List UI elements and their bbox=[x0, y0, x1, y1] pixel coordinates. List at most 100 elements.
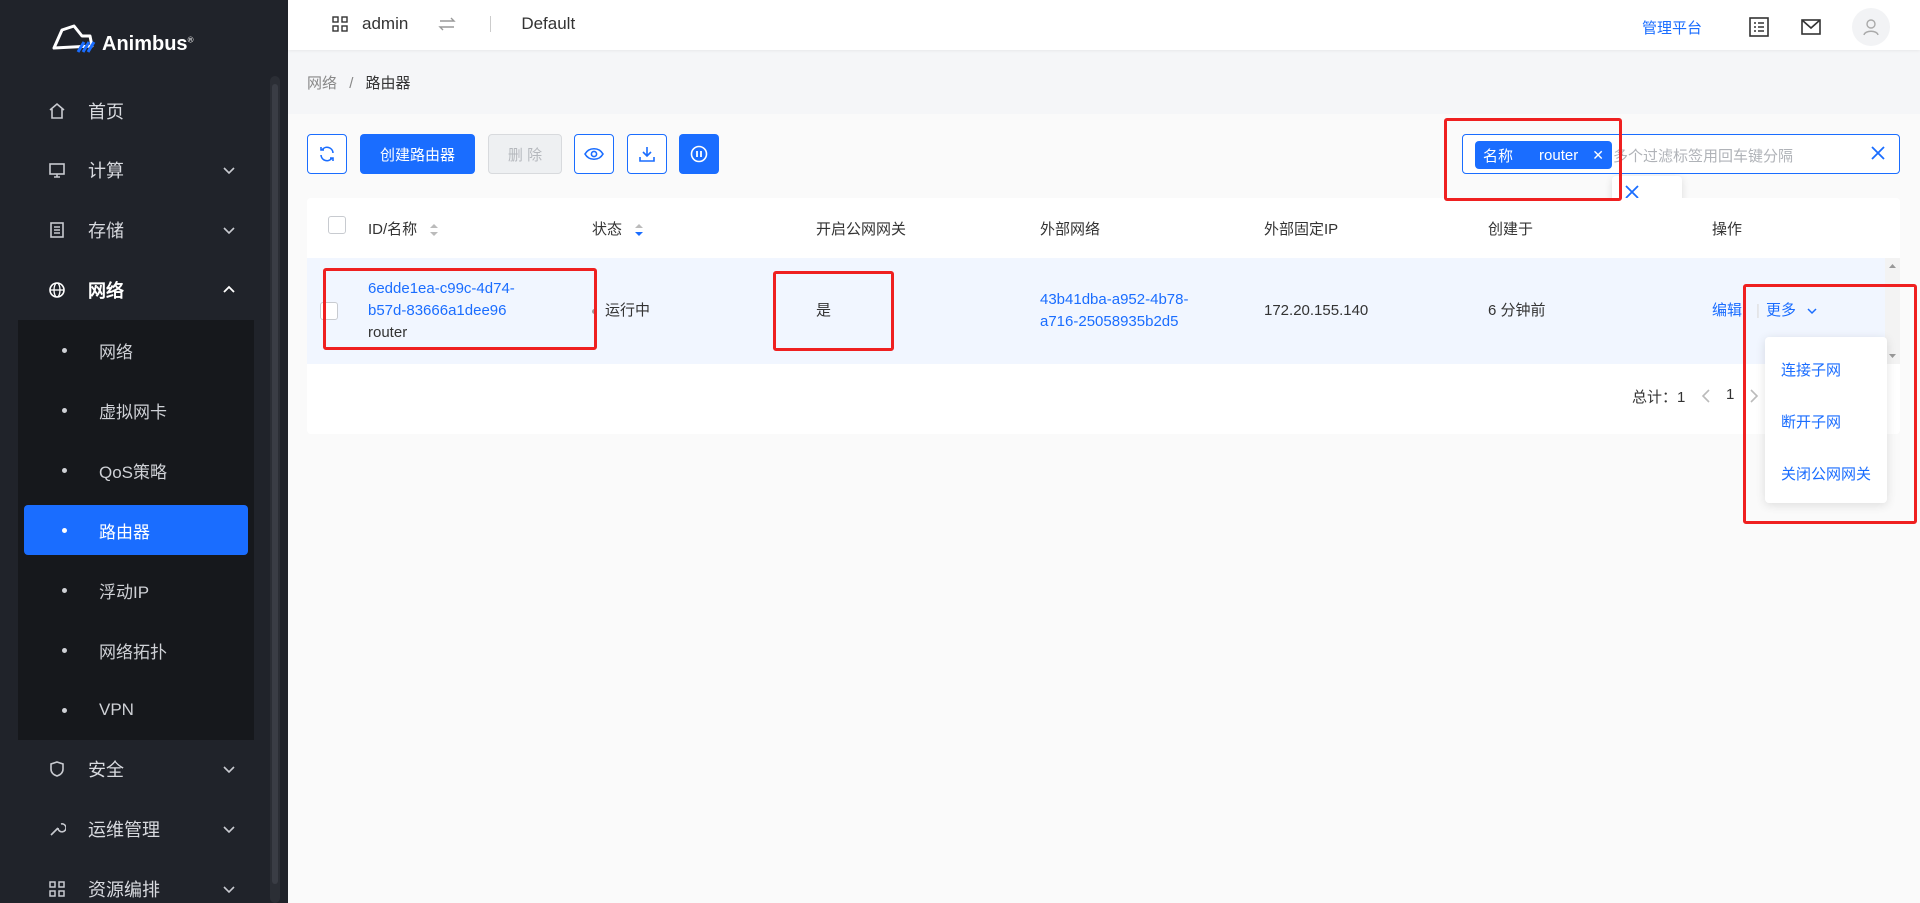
bullet-icon bbox=[62, 707, 67, 713]
pause-icon bbox=[690, 145, 708, 163]
breadcrumb: 网络 / 路由器 bbox=[307, 72, 411, 93]
sidebar-item-networks[interactable]: 网络 bbox=[24, 325, 248, 375]
mail-icon[interactable] bbox=[1800, 16, 1822, 38]
chevron-down-icon bbox=[223, 766, 235, 774]
switch-icon[interactable] bbox=[438, 17, 457, 31]
bullet-icon bbox=[62, 347, 67, 353]
user-name[interactable]: admin bbox=[362, 14, 408, 34]
prev-page-icon[interactable] bbox=[1700, 389, 1712, 403]
create-router-button[interactable]: 创建路由器 bbox=[360, 134, 475, 174]
pager-total-label: 总计： bbox=[1632, 389, 1678, 406]
chevron-down-icon bbox=[223, 826, 235, 834]
status-text: 运行中 bbox=[605, 302, 651, 319]
pager-total: 总计：1 bbox=[1632, 386, 1685, 407]
chevron-down-icon bbox=[223, 167, 235, 175]
annotation-box-actions bbox=[1743, 284, 1917, 524]
chevron-up-icon bbox=[223, 285, 235, 293]
annotation-box-filter bbox=[1444, 118, 1622, 201]
sidebar-item-label: 资源编排 bbox=[88, 880, 160, 900]
pause-refresh-button[interactable] bbox=[679, 134, 719, 174]
sidebar-item-label: 计算 bbox=[88, 161, 124, 181]
sidebar-item-ops[interactable]: 运维管理 bbox=[24, 806, 254, 852]
annotation-box-gateway bbox=[773, 271, 894, 351]
breadcrumb-separator: / bbox=[349, 75, 354, 92]
eye-icon bbox=[584, 147, 604, 161]
bullet-icon bbox=[62, 527, 67, 533]
col-header-status[interactable]: 状态 bbox=[592, 218, 644, 239]
sidebar-item-topology[interactable]: 网络拓扑 bbox=[24, 625, 248, 675]
col-header-ext-network: 外部网络 bbox=[1040, 221, 1101, 238]
created-time: 6 分钟前 bbox=[1488, 302, 1546, 319]
bullet-icon bbox=[62, 467, 67, 473]
sidebar-item-security[interactable]: 安全 bbox=[24, 746, 254, 792]
wrench-icon bbox=[48, 820, 66, 838]
list-icon[interactable] bbox=[1748, 16, 1770, 38]
sidebar-item-label: 网络 bbox=[99, 342, 133, 362]
sidebar-item-floating-ip[interactable]: 浮动IP bbox=[24, 565, 248, 615]
refresh-button[interactable] bbox=[307, 134, 347, 174]
divider bbox=[490, 16, 492, 32]
ext-network-link[interactable]: 43b41dba-a952-4b78- a716-25058935b2d5 bbox=[1040, 289, 1188, 333]
breadcrumb-parent[interactable]: 网络 bbox=[307, 75, 337, 92]
breadcrumb-current: 路由器 bbox=[365, 75, 411, 92]
edit-button[interactable]: 编辑 bbox=[1712, 300, 1742, 322]
sidebar-item-qos[interactable]: QoS策略 bbox=[24, 445, 248, 495]
ext-fixed-ip: 172.20.155.140 bbox=[1264, 302, 1369, 319]
monitor-icon bbox=[48, 161, 66, 179]
sidebar-item-label: 运维管理 bbox=[88, 820, 160, 840]
clear-icon[interactable] bbox=[1869, 144, 1887, 162]
sort-icon[interactable] bbox=[634, 222, 644, 238]
avatar[interactable] bbox=[1852, 8, 1890, 46]
col-header-actions: 操作 bbox=[1712, 221, 1743, 238]
select-all-checkbox[interactable] bbox=[328, 216, 346, 234]
delete-button[interactable]: 删 除 bbox=[488, 134, 562, 174]
sidebar: Animbus® 首页 计算 存储 网络 网络 虚拟网卡 QoS策略 路由器 浮… bbox=[0, 0, 288, 903]
sidebar-item-label: 首页 bbox=[88, 102, 124, 122]
shield-icon bbox=[48, 760, 66, 778]
top-header: admin Default 管理平台 bbox=[288, 0, 1920, 50]
grid-icon bbox=[48, 880, 66, 898]
page-number[interactable]: 1 bbox=[1726, 386, 1734, 403]
sidebar-item-label: 浮动IP bbox=[99, 582, 150, 602]
download-icon bbox=[639, 147, 655, 162]
col-header-ext-ip: 外部固定IP bbox=[1264, 221, 1339, 238]
header-label: 状态 bbox=[592, 221, 623, 238]
sidebar-item-label: 网络拓扑 bbox=[99, 642, 167, 662]
user-icon bbox=[1863, 19, 1879, 36]
sort-icon[interactable] bbox=[429, 222, 439, 238]
ext-network-line[interactable]: a716-25058935b2d5 bbox=[1040, 311, 1188, 333]
grid-icon bbox=[332, 16, 348, 32]
storage-icon bbox=[48, 221, 66, 239]
ext-network-line[interactable]: 43b41dba-a952-4b78- bbox=[1040, 289, 1188, 311]
col-header-created: 创建于 bbox=[1488, 221, 1534, 238]
sidebar-item-vnic[interactable]: 虚拟网卡 bbox=[24, 385, 248, 435]
cloud-logo-icon bbox=[52, 24, 96, 53]
sidebar-item-label: VPN bbox=[99, 700, 134, 719]
sidebar-item-storage[interactable]: 存储 bbox=[24, 207, 254, 253]
download-button[interactable] bbox=[627, 134, 667, 174]
search-input[interactable]: 多个过滤标签用回车键分隔 bbox=[1613, 145, 1793, 166]
logo[interactable]: Animbus® bbox=[48, 22, 193, 56]
chevron-down-icon bbox=[223, 227, 235, 235]
sidebar-item-orchestration[interactable]: 资源编排 bbox=[24, 866, 254, 903]
col-header-id-name[interactable]: ID/名称 bbox=[368, 218, 439, 239]
admin-platform-link[interactable]: 管理平台 bbox=[1642, 17, 1702, 38]
sidebar-item-label: 安全 bbox=[88, 760, 124, 780]
sidebar-item-compute[interactable]: 计算 bbox=[24, 147, 254, 193]
sidebar-item-network[interactable]: 网络 bbox=[24, 267, 254, 313]
annotation-box-router-id bbox=[323, 268, 597, 350]
col-header-gateway: 开启公网网关 bbox=[816, 221, 907, 238]
refresh-icon bbox=[320, 146, 334, 162]
sidebar-item-label: 路由器 bbox=[99, 522, 150, 542]
project-name[interactable]: Default bbox=[521, 14, 575, 34]
sidebar-item-vpn[interactable]: VPN bbox=[24, 685, 248, 735]
globe-icon bbox=[48, 281, 66, 299]
sidebar-item-label: QoS策略 bbox=[99, 462, 168, 482]
sidebar-scrollbar-thumb[interactable] bbox=[272, 84, 278, 884]
bullet-icon bbox=[62, 407, 67, 413]
app-name: Animbus® bbox=[102, 32, 194, 55]
view-columns-button[interactable] bbox=[574, 134, 614, 174]
sidebar-item-label: 网络 bbox=[88, 281, 124, 301]
sidebar-item-routers[interactable]: 路由器 bbox=[24, 505, 248, 555]
sidebar-item-home[interactable]: 首页 bbox=[24, 88, 254, 134]
